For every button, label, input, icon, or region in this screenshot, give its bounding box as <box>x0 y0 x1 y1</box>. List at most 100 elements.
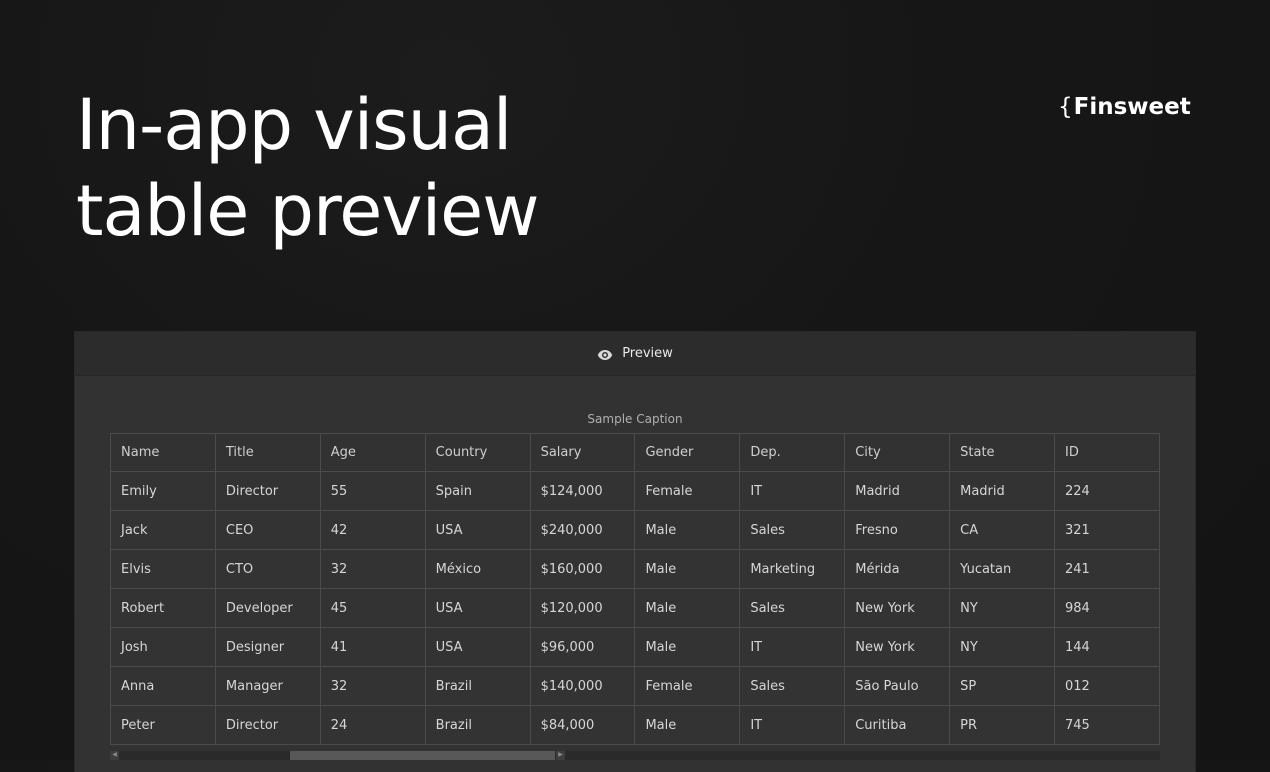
table-cell: 55 <box>319 471 426 511</box>
table-cell: 32 <box>319 549 426 589</box>
table-cell: Male <box>634 510 741 550</box>
table-row: Robert Developer 45 USA $120,000 Male Sales New… <box>110 588 1160 628</box>
column-header: City <box>844 433 951 472</box>
table-cell: Marketing <box>739 549 846 589</box>
table-cell: $240,000 <box>529 510 636 550</box>
column-header: ID <box>1054 433 1160 472</box>
table-cell: Yucatan <box>949 549 1056 589</box>
table-cell: Jack <box>110 510 216 550</box>
preview-label: Preview <box>622 346 673 361</box>
table-cell: Male <box>634 588 741 628</box>
table-cell: PR <box>949 705 1056 745</box>
column-header: Gender <box>634 433 741 472</box>
table-cell: Madrid <box>949 471 1056 511</box>
table-cell: Manager <box>214 666 321 706</box>
table-cell: Brazil <box>424 705 531 745</box>
table-cell: Emily <box>110 471 216 511</box>
table-cell: Curitiba <box>844 705 951 745</box>
table-cell: CA <box>949 510 1056 550</box>
table-cell: $124,000 <box>529 471 636 511</box>
horizontal-scrollbar[interactable]: ◀ ▶ <box>110 751 1160 760</box>
table-header-row: Name Title Age Country Salary Gender Dep. City S… <box>110 433 1160 472</box>
hero-title-line-2: table preview <box>76 170 539 252</box>
table-cell: 42 <box>319 510 426 550</box>
table-cell: New York <box>844 627 951 667</box>
table-cell: Fresno <box>844 510 951 550</box>
table-cell: São Paulo <box>844 666 951 706</box>
table-cell: Peter <box>110 705 216 745</box>
table-cell: Director <box>214 705 321 745</box>
table-cell: IT <box>739 471 846 511</box>
table-cell: 984 <box>1054 588 1160 628</box>
preview-header: Preview <box>75 332 1195 376</box>
table-cell: 24 <box>319 705 426 745</box>
table-cell: IT <box>739 705 846 745</box>
table-cell: Male <box>634 705 741 745</box>
table-cell: CEO <box>214 510 321 550</box>
table-cell: USA <box>424 627 531 667</box>
column-header: State <box>949 433 1056 472</box>
table-cell: 45 <box>319 588 426 628</box>
table-cell: 224 <box>1054 471 1160 511</box>
table-cell: $96,000 <box>529 627 636 667</box>
table-cell: $120,000 <box>529 588 636 628</box>
table-cell: Male <box>634 549 741 589</box>
table-cell: SP <box>949 666 1056 706</box>
table-cell: Elvis <box>110 549 216 589</box>
table-cell: Female <box>634 666 741 706</box>
scroll-right-arrow-icon[interactable]: ▶ <box>556 751 565 760</box>
column-header: Title <box>214 433 321 472</box>
table-cell: NY <box>949 627 1056 667</box>
logo-brace: { <box>1058 94 1073 120</box>
scroll-left-arrow-icon[interactable]: ◀ <box>110 751 119 760</box>
column-header: Country <box>424 433 531 472</box>
data-table: Name Title Age Country Salary Gender Dep. City S… <box>110 433 1160 745</box>
column-header: Age <box>319 433 426 472</box>
column-header: Dep. <box>739 433 846 472</box>
eye-icon <box>597 349 613 360</box>
table-cell: CTO <box>214 549 321 589</box>
table-cell: Madrid <box>844 471 951 511</box>
table-cell: Director <box>214 471 321 511</box>
table-cell: Anna <box>110 666 216 706</box>
table-row: Emily Director 55 Spain $124,000 Female IT Madr… <box>110 471 1160 511</box>
table-cell: 41 <box>319 627 426 667</box>
table-cell: 745 <box>1054 705 1160 745</box>
table-cell: Sales <box>739 666 846 706</box>
column-header: Salary <box>529 433 636 472</box>
hero-title-line-1: In-app visual <box>76 84 512 166</box>
table-cell: 241 <box>1054 549 1160 589</box>
table-cell: Sales <box>739 510 846 550</box>
table-cell: 012 <box>1054 666 1160 706</box>
table-cell: Designer <box>214 627 321 667</box>
table-cell: Josh <box>110 627 216 667</box>
table-cell: USA <box>424 510 531 550</box>
table-cell: $84,000 <box>529 705 636 745</box>
table-cell: Male <box>634 627 741 667</box>
table-preview-panel: Preview Sample Caption Name Title Age Count… <box>75 332 1195 772</box>
table-cell: IT <box>739 627 846 667</box>
table-row: Josh Designer 41 USA $96,000 Male IT New York NY… <box>110 627 1160 667</box>
scroll-thumb[interactable] <box>290 751 555 760</box>
table-cell: México <box>424 549 531 589</box>
table-row: Jack CEO 42 USA $240,000 Male Sales Fresno CA 321 <box>110 510 1160 550</box>
table-cell: NY <box>949 588 1056 628</box>
table-cell: 32 <box>319 666 426 706</box>
table-caption: Sample Caption <box>587 412 683 426</box>
table-cell: Female <box>634 471 741 511</box>
table-cell: Developer <box>214 588 321 628</box>
table-cell: Spain <box>424 471 531 511</box>
table-body: Emily Director 55 Spain $124,000 Female IT Madr… <box>110 471 1160 745</box>
finsweet-logo: {Finsweet <box>1058 94 1191 120</box>
table-cell: 144 <box>1054 627 1160 667</box>
table-cell: Robert <box>110 588 216 628</box>
table-cell: Sales <box>739 588 846 628</box>
table-cell: $160,000 <box>529 549 636 589</box>
table-cell: New York <box>844 588 951 628</box>
logo-wordmark: Finsweet <box>1073 94 1191 120</box>
table-container: Name Title Age Country Salary Gender Dep. City S… <box>110 433 1160 745</box>
table-row: Elvis CTO 32 México $160,000 Male Marketing Mér… <box>110 549 1160 589</box>
column-header: Name <box>110 433 216 472</box>
table-cell: Brazil <box>424 666 531 706</box>
table-cell: Mérida <box>844 549 951 589</box>
